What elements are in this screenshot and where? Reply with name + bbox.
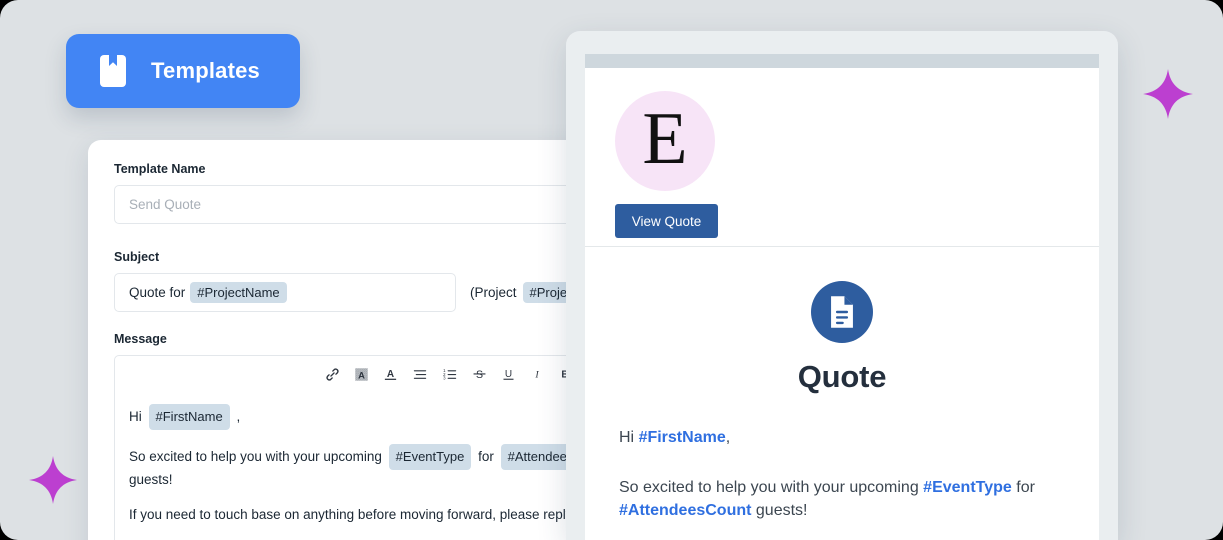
email-body: Quote Hi #FirstName, So excited to help … [585,247,1099,523]
subject-overflow-text: (Project [470,285,517,300]
svg-text:U: U [505,369,512,380]
msg-text: for [478,449,494,465]
strikethrough-icon[interactable]: S [472,366,487,382]
link-icon[interactable] [325,367,340,382]
email-message-text: Hi #FirstName, So excited to help you wi… [585,426,1099,523]
svg-text:A: A [358,370,365,380]
body-text-2: for [1011,479,1035,497]
greeting-variable: #FirstName [638,429,726,446]
svg-text:I: I [535,370,540,381]
body-text-1: So excited to help you with your upcomin… [619,479,924,497]
body-variable-attendees-count: #AttendeesCount [619,502,752,520]
view-quote-button[interactable]: View Quote [615,204,718,238]
greeting-suffix: , [725,429,731,446]
templates-button[interactable]: Templates [66,34,300,108]
subject-input[interactable]: Quote for #ProjectName [114,273,456,312]
bullet-list-icon[interactable] [412,367,428,382]
quote-heading: Quote [797,359,887,394]
email-greeting: Hi #FirstName, [619,426,1059,449]
msg-token-first-name[interactable]: #FirstName [148,404,230,431]
numbered-list-icon[interactable]: 123 [442,367,458,382]
msg-text: Hi [129,409,142,424]
email-preview-card: E View Quote Quote Hi #FirstName, So exc… [585,54,1099,540]
bookmark-page-icon [100,55,126,87]
subject-token-project-name[interactable]: #ProjectName [190,282,287,303]
document-icon [811,281,873,343]
msg-text: guests! [129,472,173,488]
email-header: E View Quote [585,68,1099,247]
email-preview-frame: E View Quote Quote Hi #FirstName, So exc… [566,31,1118,540]
highlight-icon[interactable]: A [354,367,369,382]
templates-button-label: Templates [151,58,260,83]
subject-prefix-text: Quote for [129,285,186,300]
msg-token-event-type[interactable]: #EventType [388,444,472,471]
msg-text: , [236,409,241,424]
msg-text: So excited to help you with your upcomin… [129,449,382,465]
email-paragraph: So excited to help you with your upcomin… [619,476,1059,522]
email-preview-topbar [585,54,1099,68]
brand-logo-letter: E [642,98,688,180]
body-text-3: guests! [751,502,808,520]
italic-icon[interactable]: I [530,366,544,382]
greeting-prefix: Hi [619,429,639,446]
brand-logo-avatar: E [615,91,715,191]
svg-text:A: A [387,369,394,380]
sparkle-icon-top-right [1142,68,1194,120]
svg-text:3: 3 [443,375,446,380]
underline-icon[interactable]: U [501,366,516,382]
svg-text:S: S [476,369,483,381]
screenshot-stage: Templates Template Name Send Quote Subje… [0,0,1223,540]
sparkle-icon-bottom-left [28,455,78,505]
text-color-icon[interactable]: A [383,366,398,382]
body-variable-event-type: #EventType [923,479,1012,497]
